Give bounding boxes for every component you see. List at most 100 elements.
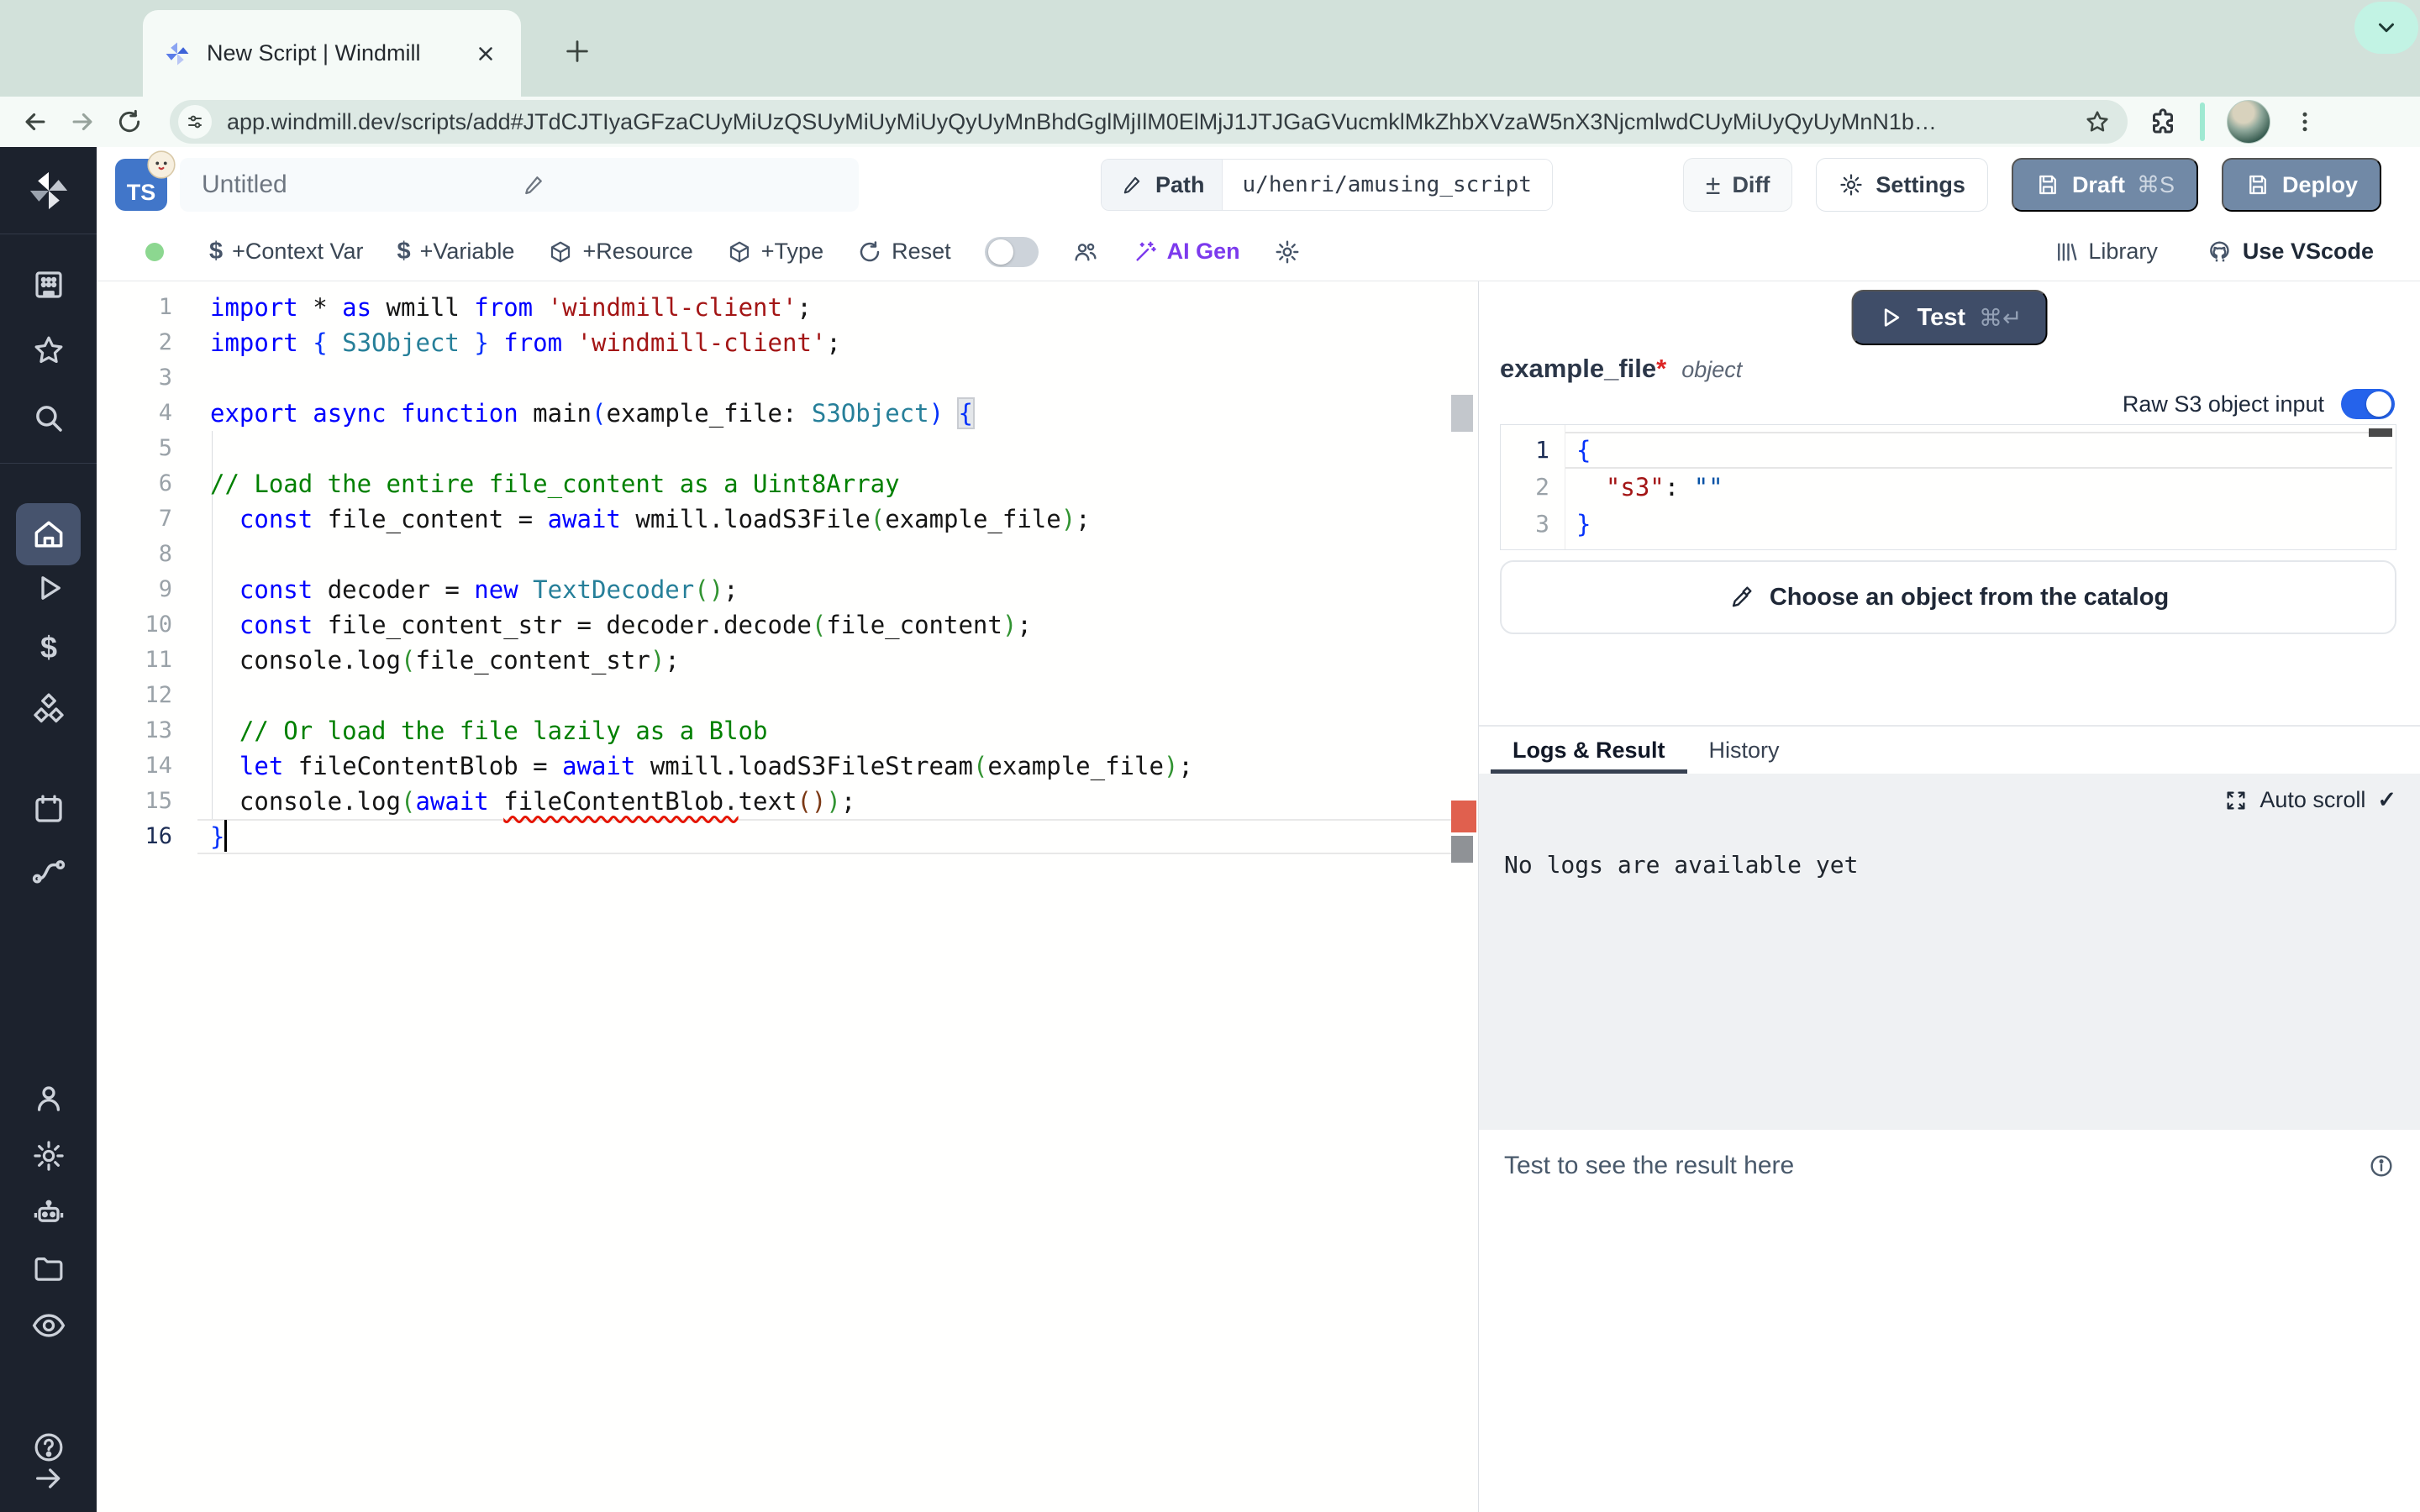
diff-button[interactable]: ± Diff — [1683, 158, 1793, 212]
code-line: // Load the entire file_content as a Uin… — [210, 466, 1444, 501]
draft-button[interactable]: Draft ⌘S — [2012, 158, 2198, 212]
sidebar-item-settings[interactable] — [29, 1137, 68, 1175]
site-settings-icon[interactable] — [178, 105, 212, 139]
sidebar-item-search[interactable] — [29, 399, 68, 438]
sidebar-item-folders[interactable] — [29, 1249, 68, 1288]
sidebar-item-resources[interactable] — [29, 690, 68, 729]
code-line: let fileContentBlob = await wmill.loadS3… — [210, 748, 1444, 784]
refresh-icon — [857, 239, 882, 265]
result-panel: Test to see the result here — [1479, 1130, 2420, 1512]
tab-logs-result[interactable]: Logs & Result — [1491, 727, 1687, 774]
sidebar-expand-icon[interactable] — [29, 1459, 68, 1498]
add-variable-button[interactable]: $ +Variable — [397, 238, 514, 265]
multiplayer-toggle[interactable] — [985, 237, 1039, 267]
address-bar[interactable]: app.windmill.dev/scripts/add#JTdCJTIyaGF… — [170, 100, 2128, 144]
script-title-input[interactable]: Untitled — [180, 158, 859, 212]
line-number: 4 — [97, 396, 172, 431]
script-header: TS Untitled Path u/henri/amusing_sc — [97, 147, 2420, 223]
json-arg-editor[interactable]: 123 { "s3": ""} — [1500, 424, 2396, 550]
bookmark-star-icon[interactable] — [2084, 108, 2111, 135]
add-resource-button[interactable]: +Resource — [548, 239, 692, 265]
line-number: 10 — [97, 607, 172, 643]
browser-tab[interactable]: New Script | Windmill — [143, 10, 521, 97]
code-lines[interactable]: import * as wmill from 'windmill-client'… — [210, 290, 1444, 854]
deploy-button[interactable]: Deploy — [2222, 158, 2381, 212]
magic-wand-icon — [1133, 239, 1158, 265]
sidebar-divider — [0, 463, 97, 464]
sidebar-item-favorites[interactable] — [29, 331, 68, 370]
users-icon — [1072, 239, 1099, 265]
ai-gen-button[interactable]: AI Gen — [1133, 239, 1240, 265]
tab-close-icon[interactable] — [467, 35, 504, 72]
gear-icon — [1839, 172, 1864, 197]
forward-icon[interactable] — [59, 98, 106, 145]
app-sidebar: $ — [0, 147, 97, 1512]
url-text[interactable]: app.windmill.dev/scripts/add#JTdCJTIyaGF… — [227, 109, 2084, 135]
logs-panel: Auto scroll ✓ No logs are available yet — [1479, 774, 2420, 1130]
sidebar-item-user[interactable] — [29, 1079, 68, 1118]
sidebar-item-flows[interactable] — [29, 851, 68, 890]
dollar-icon: $ — [397, 238, 410, 265]
sidebar-item-schedules[interactable] — [29, 790, 68, 828]
reload-icon[interactable] — [106, 98, 153, 145]
line-number: 12 — [97, 678, 172, 713]
chrome-menu-icon[interactable] — [2292, 108, 2317, 136]
sidebar-item-variables[interactable]: $ — [29, 628, 68, 667]
sidebar-item-home[interactable] — [16, 503, 81, 565]
typescript-bun-badge[interactable]: TS — [115, 159, 167, 211]
pipette-icon — [1728, 584, 1754, 611]
info-icon[interactable] — [2368, 1152, 2395, 1179]
code-line: "s3": "" — [1576, 469, 2391, 506]
tab-history[interactable]: History — [1687, 727, 1802, 774]
error-overview-mark — [1451, 801, 1476, 832]
json-lines[interactable]: { "s3": ""} — [1576, 432, 2391, 543]
profile-avatar[interactable] — [2227, 100, 2270, 144]
edit-title-pencil-icon[interactable] — [521, 172, 840, 197]
dollar-icon: $ — [209, 238, 223, 265]
code-line: import * as wmill from 'windmill-client'… — [210, 290, 1444, 325]
save-icon — [2035, 172, 2060, 197]
test-button[interactable]: Test ⌘↵ — [1852, 290, 2048, 345]
line-number: 11 — [97, 643, 172, 678]
line-number: 3 — [1501, 506, 1549, 543]
chrome-panel-chevron-button[interactable] — [2354, 2, 2418, 54]
editor-settings-gear-icon[interactable] — [1274, 239, 1301, 265]
auto-scroll-control[interactable]: Auto scroll ✓ — [2224, 787, 2396, 813]
reset-button[interactable]: Reset — [857, 239, 951, 265]
sidebar-item-workers[interactable] — [29, 1194, 68, 1232]
code-line: console.log(file_content_str); — [210, 643, 1444, 678]
scrollbar-thumb[interactable] — [1451, 395, 1473, 432]
new-tab-button[interactable] — [555, 29, 600, 74]
use-vscode-button[interactable]: Use VScode — [2207, 239, 2374, 265]
add-type-button[interactable]: +Type — [727, 239, 823, 265]
path-label: Path — [1155, 172, 1205, 198]
code-line — [210, 537, 1444, 572]
code-line — [210, 360, 1444, 396]
argument-name: example_file — [1500, 354, 1656, 384]
line-number: 2 — [97, 325, 172, 360]
line-number: 9 — [97, 572, 172, 607]
github-icon — [2207, 239, 2233, 265]
add-context-var-button[interactable]: $ +Context Var — [209, 238, 363, 265]
path-value[interactable]: u/henri/amusing_script — [1223, 160, 1552, 210]
sidebar-item-workspace[interactable] — [29, 265, 68, 304]
raw-s3-toggle[interactable] — [2341, 389, 2395, 419]
choose-object-button[interactable]: Choose an object from the catalog — [1500, 560, 2396, 634]
code-editor[interactable]: 12345678910111213141516 import * as wmil… — [97, 281, 1479, 1512]
extensions-puzzle-icon[interactable] — [2148, 107, 2178, 137]
sidebar-item-audit-logs[interactable] — [29, 1306, 68, 1345]
code-line: export async function main(example_file:… — [210, 396, 1444, 431]
path-chip[interactable]: Path u/henri/amusing_script — [1101, 159, 1553, 211]
back-icon[interactable] — [12, 98, 59, 145]
code-line — [210, 431, 1444, 466]
tab-title: New Script | Windmill — [207, 40, 467, 66]
settings-button[interactable]: Settings — [1816, 158, 1988, 212]
code-line: console.log(await fileContentBlob.text()… — [210, 784, 1444, 819]
no-logs-message: No logs are available yet — [1504, 851, 1858, 879]
sidebar-item-runs[interactable] — [29, 569, 68, 607]
library-icon — [2054, 239, 2079, 265]
line-number: 5 — [97, 431, 172, 466]
windmill-logo-icon[interactable] — [25, 167, 72, 214]
library-button[interactable]: Library — [2054, 239, 2158, 265]
package-icon — [548, 239, 573, 265]
